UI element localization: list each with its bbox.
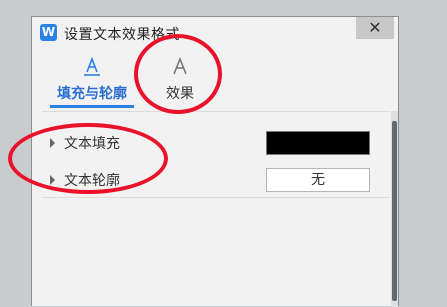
close-button[interactable]: ✕ [356, 17, 394, 39]
expand-arrow-icon[interactable] [50, 138, 55, 148]
active-tab-indicator [50, 105, 134, 108]
text-outline-label: 文本轮廓 [64, 173, 120, 189]
text-outline-dropdown[interactable]: 无 [266, 168, 370, 192]
vertical-scrollbar[interactable] [391, 111, 398, 307]
expand-arrow-icon[interactable] [50, 175, 55, 185]
tab-bar: 填充与轮廓 效果 [32, 49, 398, 112]
scrollbar-thumb[interactable] [392, 121, 397, 301]
text-outline-section[interactable]: 文本轮廓 无 [50, 168, 370, 192]
title-bar: W 设置文本效果格式 ✕ [32, 17, 398, 49]
background-strip [0, 0, 31, 306]
text-fill-color-swatch[interactable] [266, 131, 370, 155]
text-fill-outline-icon [84, 56, 100, 76]
text-effect-icon [173, 56, 187, 75]
section-divider [42, 197, 390, 198]
tab-effects[interactable]: 效果 [150, 49, 210, 107]
text-fill-section[interactable]: 文本填充 [50, 131, 370, 155]
tab-divider [42, 111, 390, 112]
text-fill-label: 文本填充 [64, 136, 120, 152]
tab-fill-and-outline[interactable]: 填充与轮廓 [46, 49, 138, 107]
tab-fill-label: 填充与轮廓 [57, 86, 127, 102]
tab-effects-label: 效果 [166, 86, 194, 102]
wps-app-icon: W [40, 24, 57, 41]
format-text-effects-pane: W 设置文本效果格式 ✕ 填充与轮廓 效果 文本填充 文本轮廓 无 [31, 16, 399, 307]
pane-title: 设置文本效果格式 [64, 27, 180, 43]
